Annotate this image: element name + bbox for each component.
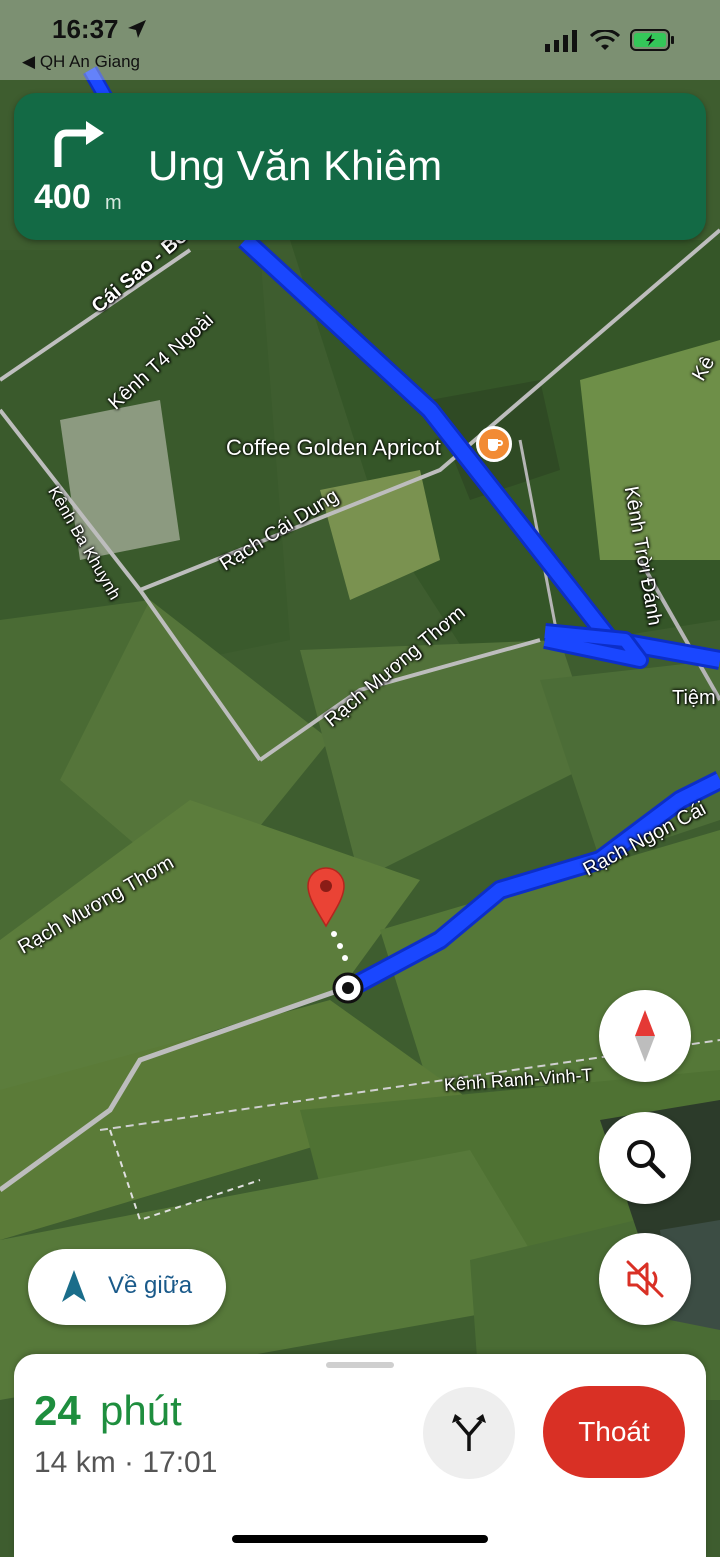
search-button[interactable] <box>599 1112 691 1204</box>
mute-button[interactable] <box>599 1233 691 1325</box>
sheet-grabber[interactable] <box>326 1362 394 1368</box>
eta-duration-unit: phút <box>100 1387 182 1434</box>
turn-distance-unit: m <box>105 192 122 214</box>
eta-duration-value: 24 <box>34 1387 81 1434</box>
wifi-icon <box>589 28 620 50</box>
battery-charging-icon <box>630 29 674 51</box>
next-street-name: Ung Văn Khiêm <box>148 142 443 189</box>
turn-distance: 400 <box>34 178 91 216</box>
sound-off-icon <box>626 1260 664 1298</box>
status-icons <box>545 28 676 57</box>
alternate-routes-button[interactable] <box>423 1387 515 1479</box>
compass-icon <box>635 1010 655 1062</box>
search-icon <box>627 1140 666 1179</box>
back-arrow-icon: ◀ <box>22 52 36 71</box>
poi-label[interactable]: Coffee Golden Apricot <box>226 435 441 461</box>
map-label: Tiệm <box>672 687 716 709</box>
location-arrow-icon <box>127 20 146 38</box>
trip-details: 14 km · 17:01 <box>34 1446 218 1479</box>
route-split-icon <box>452 1414 486 1451</box>
home-indicator[interactable] <box>232 1535 488 1543</box>
signal-icon <box>545 30 578 52</box>
compass-button[interactable] <box>599 990 691 1082</box>
status-time: 16:37 <box>52 14 148 45</box>
coffee-icon[interactable] <box>476 426 512 462</box>
navigation-arrow-icon <box>62 1270 86 1302</box>
current-location-icon <box>332 972 364 1004</box>
exit-navigation-button[interactable]: Thoát <box>543 1386 685 1478</box>
recenter-label: Về giữa <box>108 1272 193 1299</box>
turn-right-icon <box>54 121 104 167</box>
back-to-app-link[interactable]: ◀ QH An Giang <box>22 52 140 72</box>
